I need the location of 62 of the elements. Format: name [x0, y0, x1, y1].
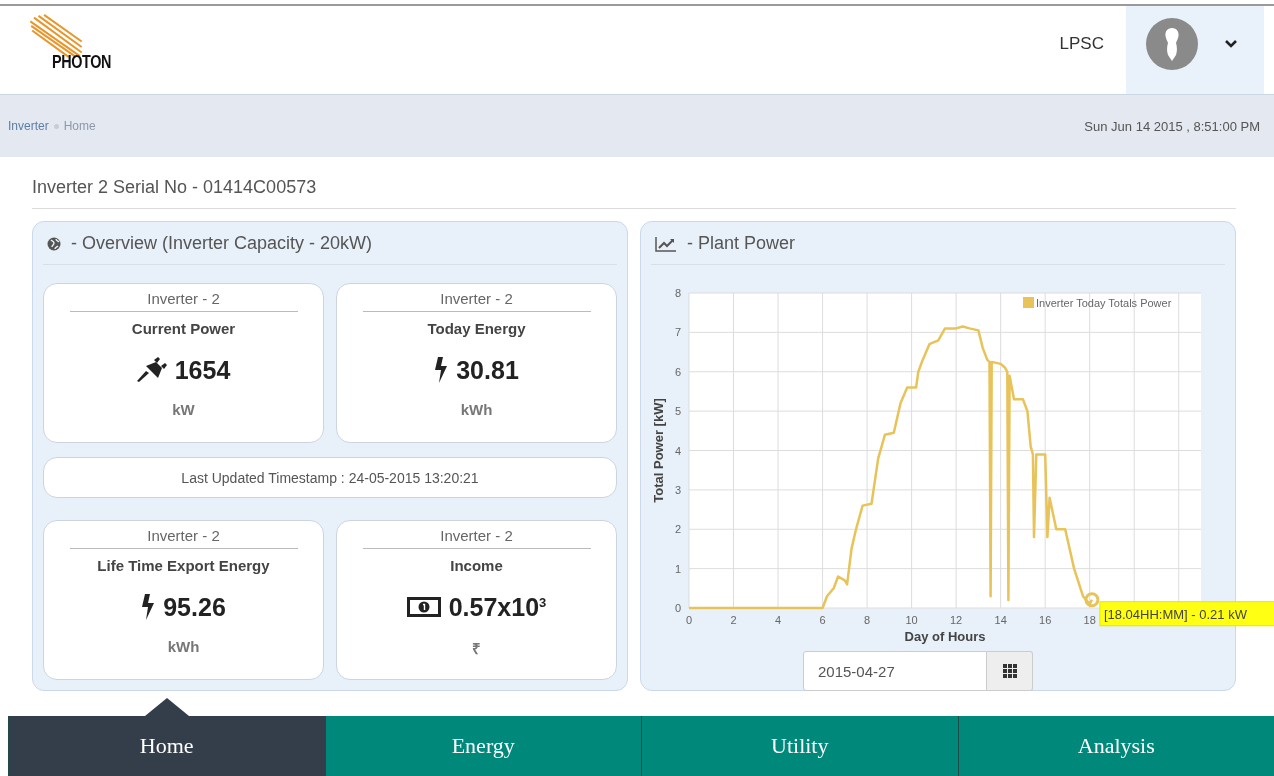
- x-tick-label: 12: [950, 614, 963, 626]
- nav-tab[interactable]: Analysis: [957, 716, 1274, 776]
- point-marker: [1084, 592, 1100, 608]
- y-tick-label: 5: [674, 405, 681, 418]
- nav-tab[interactable]: Energy: [324, 716, 641, 776]
- y-tick-label: 1: [674, 562, 681, 575]
- annotation: [18.04HH:MM] - 0.21 kW: [1103, 606, 1248, 622]
- current-datetime: Sun Jun 14 2015 , 8:51:00 PM: [1084, 118, 1260, 134]
- y-tick-label: 3: [674, 483, 681, 496]
- user-menu-button[interactable]: [1126, 6, 1264, 94]
- stat-value: 95.26: [163, 592, 226, 622]
- line-chart-icon: [655, 235, 677, 252]
- stat-value: 1654: [174, 355, 231, 385]
- page-title: Inverter 2 Serial No - 01414C00573: [32, 177, 1236, 209]
- x-tick-label: 10: [905, 614, 918, 626]
- card-header: Inverter - 2: [147, 527, 220, 544]
- y-tick-label: 0: [674, 602, 681, 614]
- x-tick-label: 4: [775, 614, 782, 626]
- chevron-down-icon: [1224, 39, 1238, 49]
- card-header: Inverter - 2: [440, 527, 513, 544]
- y-tick-label: 2: [674, 523, 681, 536]
- user-name: LPSC: [1059, 34, 1104, 54]
- card-header: Inverter - 2: [147, 290, 220, 307]
- x-tick-label: 2: [730, 614, 737, 626]
- timestamp-card: Last Updated Timestamp : 24-05-2015 13:20:21: [43, 457, 617, 498]
- y-tick-label: 8: [674, 287, 681, 299]
- x-tick-label: 0: [685, 614, 693, 626]
- breadcrumb-current: Home: [63, 119, 96, 133]
- calendar-button[interactable]: [987, 651, 1033, 691]
- stat-value: 30.81: [456, 355, 519, 385]
- tooltip: [18.04HH:MM] - 0.21 kW: [1099, 601, 1274, 627]
- x-axis-title: Day of Hours: [904, 629, 986, 644]
- avatar-icon: [1146, 18, 1198, 70]
- grid-icon: [1002, 664, 1017, 678]
- card-title: Current Power: [131, 320, 236, 337]
- panel-title: - Plant Power: [687, 233, 796, 254]
- card-title: Income: [450, 557, 503, 574]
- active-tab-pointer: [144, 698, 189, 716]
- y-tick-label: 4: [674, 444, 681, 457]
- unit-label: kW: [172, 401, 195, 418]
- y-axis-title: Total Power [kW]: [651, 398, 666, 503]
- unit-label: kWh: [167, 638, 200, 655]
- x-tick-label: 18: [1083, 614, 1096, 626]
- y-tick-label: 6: [674, 365, 681, 378]
- y-tick-label: 7: [674, 326, 681, 339]
- date-field[interactable]: 2015-04-27: [803, 651, 987, 691]
- unit-label: kWh: [460, 401, 493, 418]
- nav-tab[interactable]: Utility: [641, 716, 958, 776]
- x-tick-label: 14: [994, 614, 1007, 626]
- unit-label: ₹: [472, 639, 481, 658]
- photon-logo[interactable]: PHOTON: [28, 14, 118, 94]
- x-tick-label: 8: [864, 614, 871, 626]
- legend-label: Inverter Today Totals Power: [1036, 297, 1172, 309]
- card-title: Life Time Export Energy: [97, 557, 270, 574]
- card-header: Inverter - 2: [440, 290, 513, 307]
- breadcrumb-separator: [53, 123, 59, 129]
- x-tick-label: 6: [819, 614, 826, 626]
- breadcrumb-link[interactable]: Inverter: [8, 119, 49, 133]
- panel-title: - Overview (Inverter Capacity - 20kW): [71, 233, 373, 254]
- x-tick-label: 16: [1039, 614, 1052, 626]
- stat-value: 0.57x10$^{3}$: [448, 592, 547, 622]
- card-title: Today Energy: [427, 320, 526, 337]
